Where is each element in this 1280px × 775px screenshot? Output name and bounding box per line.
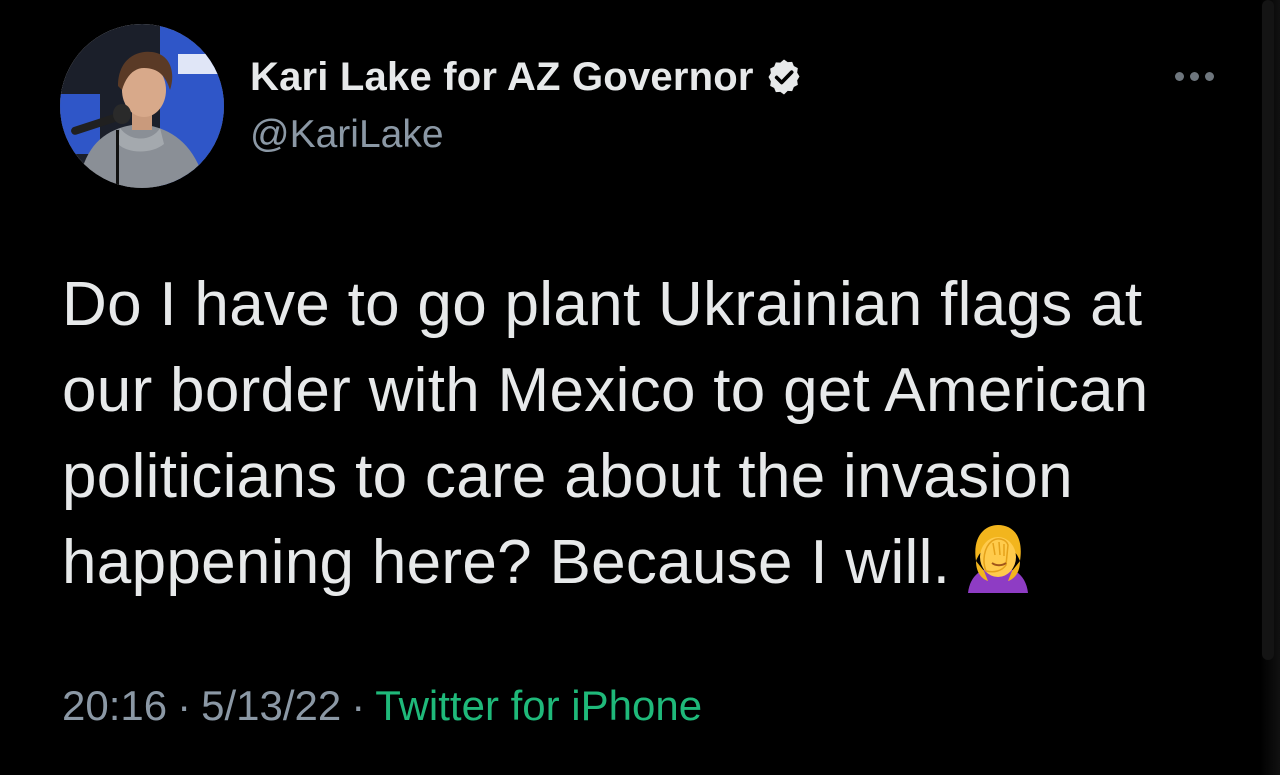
author-display-name[interactable]: Kari Lake for AZ Governor xyxy=(250,55,754,100)
meta-separator: · xyxy=(351,682,366,729)
more-dot-icon xyxy=(1189,71,1199,81)
more-dot-icon xyxy=(1204,71,1214,81)
tweet-text-line: happening here? Because I will. xyxy=(62,528,951,597)
tweet-text-line-last: happening here? Because I will. xyxy=(62,520,1232,606)
avatar-photo-icon xyxy=(60,24,224,188)
author-name-row[interactable]: Kari Lake for AZ Governor xyxy=(250,52,804,102)
scrollbar[interactable] xyxy=(1262,0,1274,660)
more-options-button[interactable] xyxy=(1168,62,1220,90)
author-handle[interactable]: @KariLake xyxy=(250,113,444,157)
tweet-source-link[interactable]: Twitter for iPhone xyxy=(375,682,702,729)
tweet-meta: 20:16 · 5/13/22 · Twitter for iPhone xyxy=(62,682,702,730)
tweet-text: Do I have to go plant Ukrainian flags at… xyxy=(62,262,1232,606)
tweet-text-line: our border with Mexico to get American xyxy=(62,356,1149,425)
meta-separator: · xyxy=(177,682,192,729)
tweet-text-line: Do I have to go plant Ukrainian flags at xyxy=(62,270,1143,339)
more-dot-icon xyxy=(1174,71,1184,81)
tweet-text-line: politicians to care about the invasion xyxy=(62,442,1073,511)
tweet-date[interactable]: 5/13/22 xyxy=(201,682,341,729)
facepalm-woman-emoji-icon xyxy=(968,525,1029,593)
verified-badge-icon xyxy=(768,59,800,95)
tweet-detail: Kari Lake for AZ Governor @KariLake Do I… xyxy=(0,0,1280,775)
author-avatar[interactable] xyxy=(60,24,224,188)
tweet-time[interactable]: 20:16 xyxy=(62,682,167,729)
